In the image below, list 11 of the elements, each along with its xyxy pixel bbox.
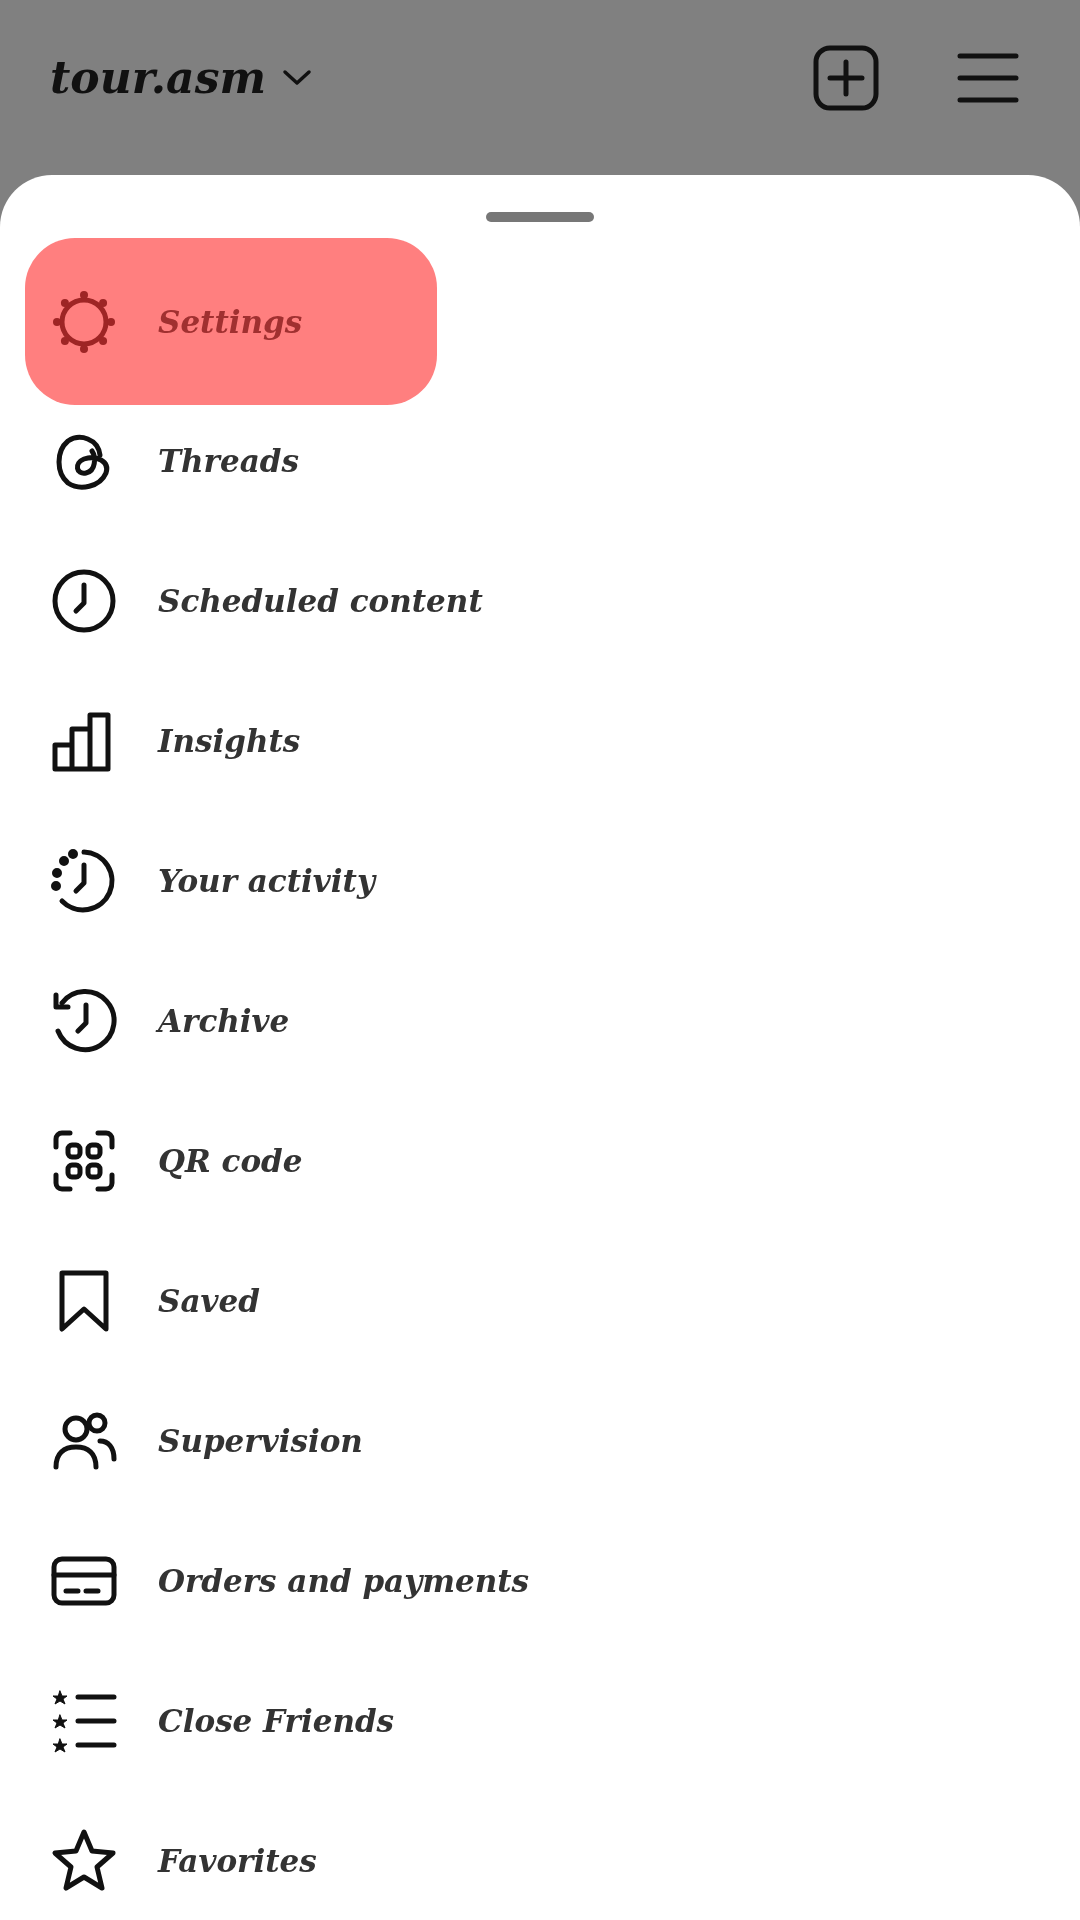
menu-item[interactable]: Your activity	[25, 811, 437, 951]
menu-item[interactable]: Favorites	[25, 1791, 437, 1920]
account-switcher[interactable]: tour.asm	[50, 52, 312, 103]
menu-item[interactable]: Close Friends	[25, 1651, 437, 1791]
menu-item[interactable]: Scheduled content	[25, 531, 513, 671]
menu-item[interactable]: Supervision	[25, 1371, 437, 1511]
menu-item[interactable]: QR code	[25, 1091, 437, 1231]
menu-item[interactable]: Insights	[25, 671, 437, 811]
menu-item[interactable]: Saved	[25, 1231, 437, 1371]
menu-item[interactable]: Archive	[25, 951, 437, 1091]
menu-item[interactable]: Orders and payments	[25, 1511, 560, 1651]
